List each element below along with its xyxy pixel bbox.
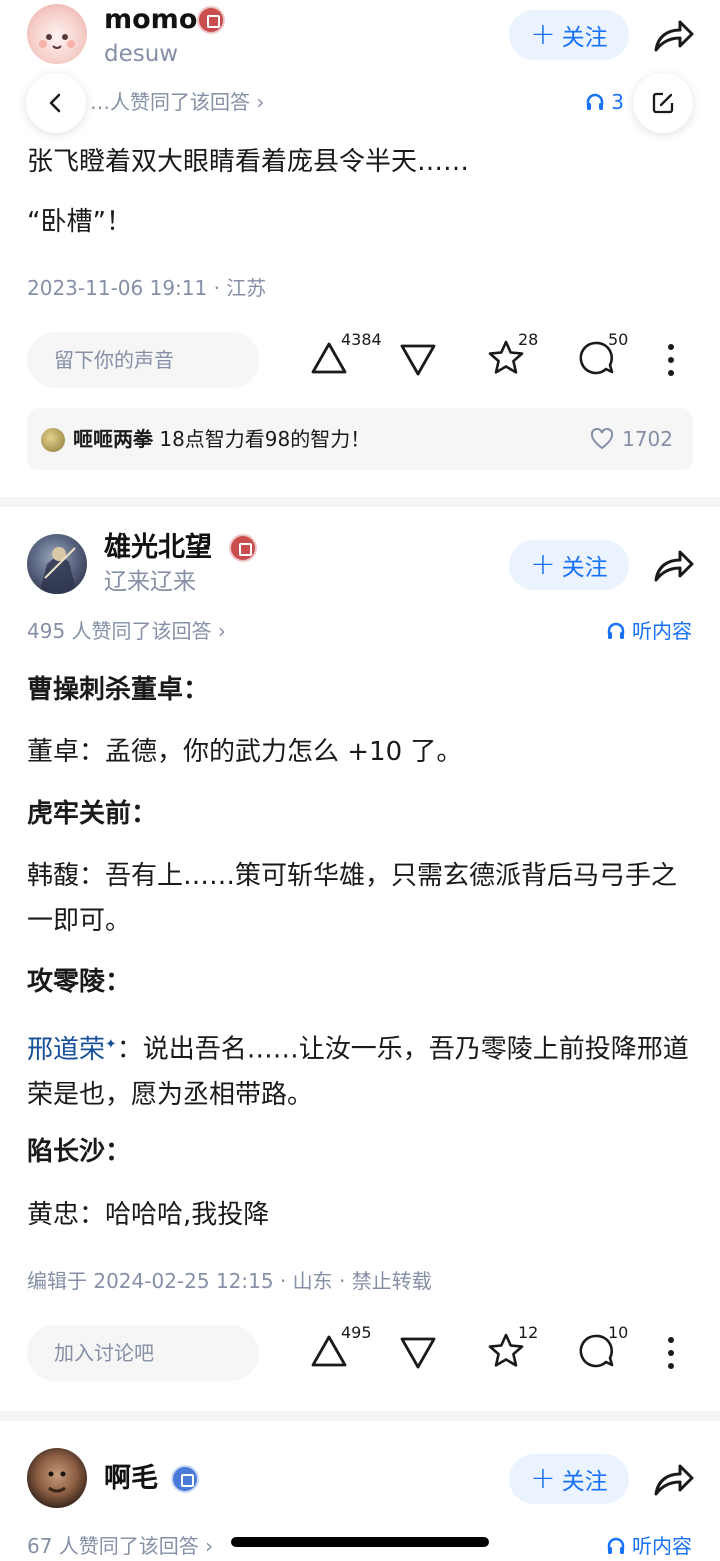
- answer-paragraph: 邢道荣✦：说出吾名……让汝一乐，吾乃零陵上前投降邢道荣是也，愿为丞相带路。: [27, 1022, 693, 1118]
- avatar-face-icon: [39, 34, 75, 49]
- headphone-icon: [607, 1537, 625, 1554]
- mention-mark: ✦: [105, 1036, 117, 1052]
- comment-input[interactable]: 加入讨论吧: [27, 1325, 259, 1381]
- author-avatar[interactable]: [27, 534, 87, 594]
- answer-divider: [0, 1411, 720, 1421]
- author-bio: desuw: [104, 41, 179, 67]
- mention-link[interactable]: 邢道荣✦: [27, 1035, 117, 1065]
- more-icon[interactable]: [664, 1335, 678, 1371]
- answer-meta: 编辑于 2024-02-25 12:15 · 山东 · 禁止转载: [27, 1269, 432, 1293]
- share-icon[interactable]: [652, 16, 696, 56]
- agree-count[interactable]: 67 人赞同了该回答 ›: [27, 1532, 213, 1560]
- comment-like-count: 1702: [622, 427, 673, 451]
- answer-paragraph: 虎牢关前：: [27, 799, 158, 829]
- answer-meta: 2023-11-06 19:11 · 江苏: [27, 276, 267, 300]
- badge-icon: [197, 6, 225, 34]
- upvote-count: 495: [341, 1323, 372, 1342]
- heart-icon: [591, 428, 614, 450]
- headphone-icon: [587, 93, 604, 110]
- upvote-button[interactable]: 4384: [305, 330, 382, 386]
- comment-input[interactable]: 留下你的声音: [27, 332, 259, 388]
- listen-label: 3: [611, 90, 624, 114]
- downvote-button[interactable]: [394, 330, 454, 386]
- favorite-count: 12: [518, 1323, 539, 1342]
- answer-paragraph: 曹操刺杀董卓：: [27, 675, 210, 705]
- author-avatar[interactable]: [27, 4, 87, 64]
- answer-paragraph: 张飞瞪着双大眼睛看着庞县令半天……: [27, 147, 470, 177]
- follow-button[interactable]: + 关注: [509, 540, 629, 590]
- answer-paragraph: 韩馥：吾有上……策可斩华雄，只需玄德派背后马弓手之一即可。: [27, 861, 678, 936]
- comment-user[interactable]: 咂咂两拳: [73, 427, 153, 451]
- upvote-count: 4384: [341, 330, 382, 349]
- author-avatar[interactable]: [27, 1448, 87, 1508]
- home-indicator[interactable]: [231, 1537, 489, 1547]
- comment-button[interactable]: 10: [572, 1323, 632, 1379]
- comment-count: 50: [608, 330, 629, 349]
- favorite-button[interactable]: 28: [482, 330, 542, 386]
- follow-label: 关注: [561, 25, 608, 51]
- plus-icon: +: [530, 547, 556, 582]
- headphone-icon: [607, 622, 625, 639]
- listen-label: 听内容: [632, 619, 692, 643]
- follow-button[interactable]: + 关注: [509, 1454, 629, 1504]
- badge-icon: [171, 1465, 199, 1493]
- downvote-button[interactable]: [394, 1323, 454, 1379]
- answer-divider: [0, 497, 720, 507]
- share-icon[interactable]: [652, 546, 696, 586]
- author-name[interactable]: 雄光北望: [104, 531, 212, 565]
- avatar-portrait-icon: [48, 1471, 66, 1493]
- share-icon[interactable]: [652, 1460, 696, 1500]
- edit-icon: [652, 92, 674, 114]
- comment-count: 10: [608, 1323, 629, 1342]
- favorite-count: 28: [518, 330, 539, 349]
- mention-suffix: ：: [116, 1034, 143, 1065]
- listen-button[interactable]: 3: [585, 88, 624, 116]
- author-bio: 辽来辽来: [104, 569, 196, 595]
- follow-button[interactable]: + 关注: [509, 10, 629, 60]
- more-icon[interactable]: [664, 342, 678, 378]
- listen-label: 听内容: [632, 1534, 692, 1558]
- plus-icon: +: [530, 17, 556, 52]
- author-name[interactable]: 啊毛: [104, 1462, 158, 1496]
- downvote-icon: [400, 344, 436, 376]
- avatar-figure-icon: [39, 547, 77, 594]
- upvote-button[interactable]: 495: [305, 1323, 372, 1379]
- comment-like-button[interactable]: 1702: [590, 424, 673, 454]
- answer-paragraph: 黄忠：哈哈哈,我投降: [27, 1200, 270, 1230]
- badge-icon: [229, 534, 257, 562]
- plus-icon: +: [530, 1461, 556, 1496]
- back-arrow-icon: [49, 93, 61, 113]
- hot-comment-body: 咂咂两拳 18点智力看98的智力！: [73, 424, 370, 454]
- comment-button[interactable]: 50: [572, 330, 632, 386]
- favorite-button[interactable]: 12: [482, 1323, 542, 1379]
- follow-label: 关注: [561, 1469, 608, 1495]
- answer-paragraph: 攻零陵：: [27, 967, 132, 997]
- listen-button[interactable]: 听内容: [606, 1532, 692, 1560]
- back-button[interactable]: [26, 73, 86, 133]
- answer-paragraph: 董卓：孟德，你的武力怎么 +10 了。: [27, 737, 463, 767]
- mention-name[interactable]: 邢道荣: [27, 1035, 105, 1065]
- agree-count[interactable]: 495 人赞同了该回答 ›: [27, 617, 226, 645]
- answer-paragraph: 陷长沙：: [27, 1137, 132, 1167]
- comment-avatar: [41, 428, 65, 452]
- hot-comment[interactable]: 咂咂两拳 18点智力看98的智力！ 1702: [27, 408, 693, 470]
- listen-button[interactable]: 听内容: [606, 617, 692, 645]
- downvote-icon: [400, 1337, 436, 1369]
- author-name[interactable]: momo: [104, 3, 197, 37]
- agree-count[interactable]: …人赞同了该回答 ›: [90, 88, 264, 116]
- answer-paragraph: “卧槽”！: [27, 207, 132, 237]
- follow-label: 关注: [561, 555, 608, 581]
- edit-button[interactable]: [633, 73, 693, 133]
- comment-text: 18点智力看98的智力！: [159, 427, 371, 451]
